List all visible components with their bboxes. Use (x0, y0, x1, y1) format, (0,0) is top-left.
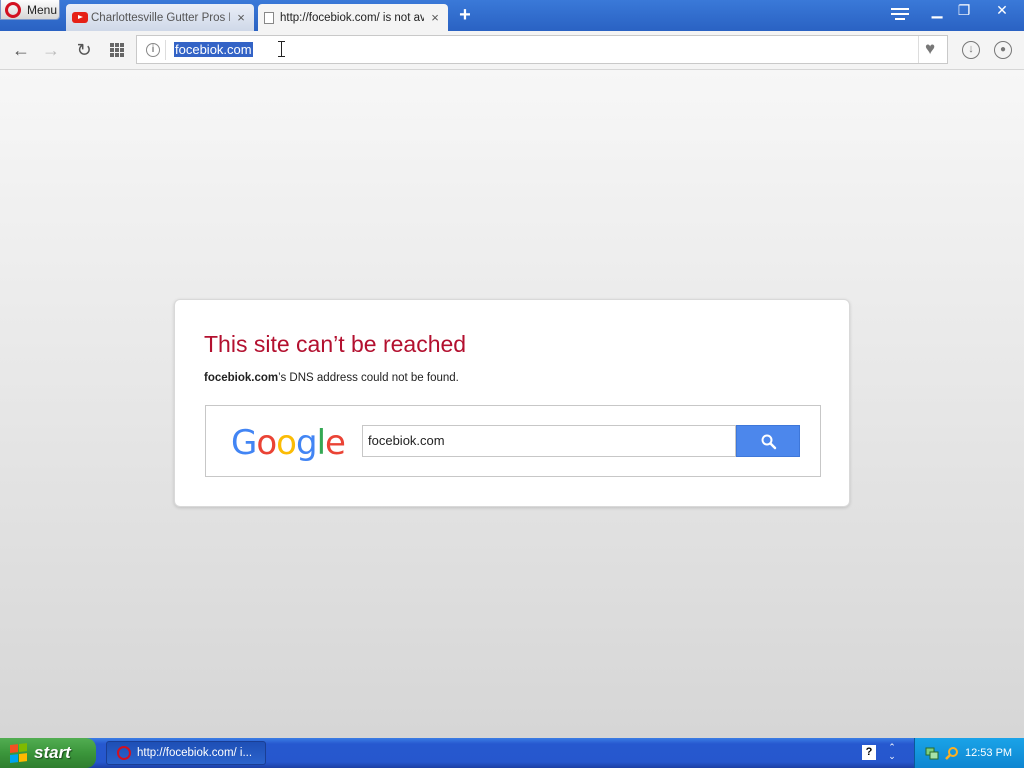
text-cursor-icon (278, 41, 285, 57)
tab-charlottesville-gutter[interactable]: Charlottesville Gutter Pros R × (66, 4, 254, 31)
google-logo-letter: g (295, 423, 318, 463)
clock: 12:53 PM (965, 747, 1013, 759)
menu-label: Menu (27, 2, 58, 17)
address-bar[interactable]: i focebiok.com ♥ (136, 35, 948, 64)
error-domain: focebiok.com (204, 372, 279, 384)
forward-button[interactable]: → (40, 40, 62, 62)
google-logo-letter: G (231, 423, 257, 463)
reload-button[interactable]: ↻ (73, 40, 95, 62)
maximize-button[interactable]: ❐ (952, 2, 976, 20)
google-logo: Google (231, 423, 346, 463)
page-icon (264, 11, 274, 24)
tab-title: Charlottesville Gutter Pros R (91, 11, 230, 24)
start-button[interactable]: start (0, 738, 96, 768)
google-logo-letter: o (256, 423, 277, 463)
close-window-button[interactable]: ✕ (980, 2, 1024, 20)
search-input[interactable]: focebiok.com (362, 425, 736, 457)
browser-titlebar: Menu Charlottesville Gutter Pros R × htt… (0, 0, 1024, 31)
help-icon[interactable]: ? (862, 745, 876, 760)
taskbar-item-label: http://focebiok.com/ i... (137, 747, 253, 759)
address-separator (165, 40, 166, 60)
youtube-icon (72, 12, 88, 23)
google-logo-letter: o (276, 423, 297, 463)
search-tray-icon[interactable] (945, 746, 959, 760)
search-icon (761, 434, 777, 450)
tray-expand-icon[interactable]: ⌃ ⌄ (886, 743, 898, 763)
minimize-button[interactable]: ▁ (925, 2, 949, 20)
site-info-icon[interactable]: i (146, 43, 160, 57)
tab-menu-icon[interactable] (891, 8, 909, 24)
speed-dial-icon[interactable] (110, 43, 124, 57)
page-content: This site can’t be reached focebiok.com’… (0, 70, 1024, 738)
error-card: This site can’t be reached focebiok.com’… (174, 299, 850, 507)
browser-toolbar: ← → ↻ i focebiok.com ♥ ↓ ● (0, 31, 1024, 70)
tab-close-icon[interactable]: × (234, 10, 248, 25)
taskbar-item-opera[interactable]: http://focebiok.com/ i... (106, 741, 266, 765)
error-title: This site can’t be reached (204, 331, 467, 357)
url-input[interactable]: focebiok.com (174, 42, 253, 57)
windows-taskbar: start http://focebiok.com/ i... ? ⌃ ⌄ 12:… (0, 738, 1024, 768)
google-search-box: Google focebiok.com (205, 405, 821, 477)
opera-logo-icon (117, 746, 131, 760)
network-icon[interactable] (925, 746, 939, 760)
google-logo-letter: e (325, 423, 346, 463)
search-button[interactable] (736, 425, 800, 457)
error-description-text: ’s DNS address could not be found. (278, 372, 459, 384)
tab-title: http://focebiok.com/ is not av (280, 11, 424, 24)
tab-focebiok[interactable]: http://focebiok.com/ is not av × (258, 4, 448, 31)
windows-logo-icon (10, 743, 28, 763)
opera-menu-button[interactable]: Menu (0, 0, 60, 20)
heart-icon[interactable]: ♥ (925, 39, 935, 59)
account-icon[interactable]: ● (994, 41, 1012, 59)
google-logo-letter: l (316, 423, 327, 463)
back-button[interactable]: ← (10, 40, 32, 62)
address-separator (918, 36, 919, 63)
download-icon[interactable]: ↓ (962, 41, 980, 59)
tab-close-icon[interactable]: × (428, 10, 442, 25)
new-tab-button[interactable]: + (455, 5, 475, 26)
system-tray: 12:53 PM (914, 738, 1024, 768)
start-label: start (34, 743, 71, 762)
opera-logo-icon (5, 1, 21, 18)
error-description: focebiok.com’s DNS address could not be … (204, 372, 459, 384)
